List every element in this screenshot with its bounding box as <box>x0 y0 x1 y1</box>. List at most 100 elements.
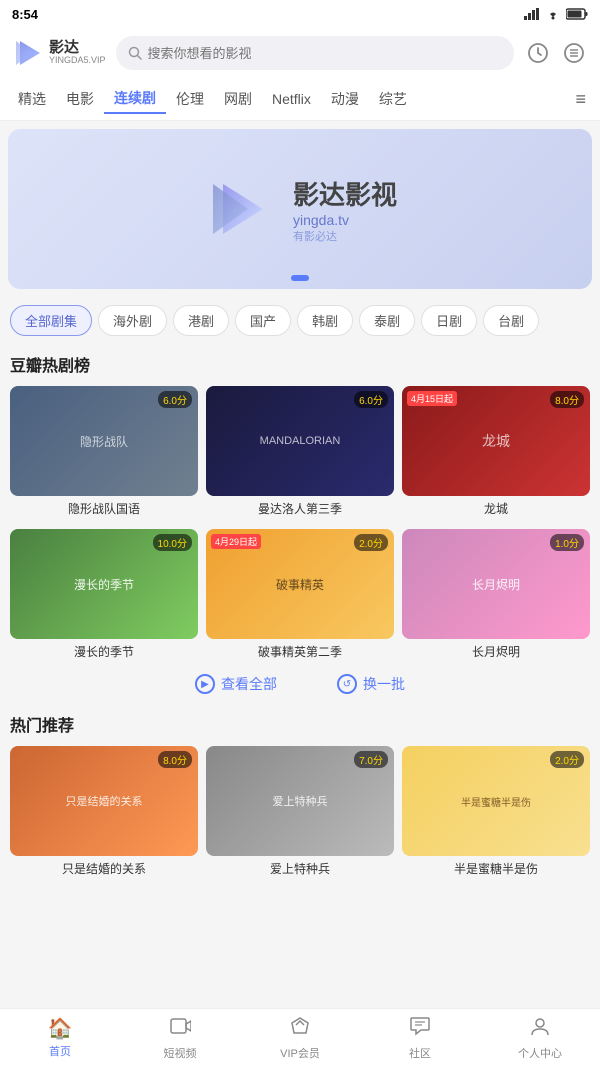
table-row[interactable]: 长月烬明 1.0分 长月烬明 <box>402 529 590 664</box>
card-score-6: 1.0分 <box>550 534 584 551</box>
banner-tagline: 有影必达 <box>293 228 397 244</box>
menu-icon[interactable] <box>560 39 588 67</box>
nav-video[interactable]: 短视频 <box>120 1009 240 1066</box>
nav-profile[interactable]: 个人中心 <box>480 1009 600 1066</box>
history-icon[interactable] <box>524 39 552 67</box>
signal-icon <box>524 8 540 20</box>
rec-card-3[interactable]: 半是蜜糖半是伤 2.0分 <box>402 746 590 856</box>
list-item[interactable]: 爱上特种兵 7.0分 爱上特种兵 <box>206 746 394 881</box>
status-bar: 8:54 <box>0 0 600 28</box>
search-bar[interactable] <box>116 36 514 70</box>
chip-all[interactable]: 全部剧集 <box>10 305 92 336</box>
chip-overseas[interactable]: 海外剧 <box>98 305 167 336</box>
community-icon <box>409 1015 431 1043</box>
card-score-2: 6.0分 <box>354 391 388 408</box>
chip-hk[interactable]: 港剧 <box>173 305 229 336</box>
banner-dot-1[interactable] <box>291 275 309 281</box>
chip-chinese[interactable]: 国产 <box>235 305 291 336</box>
new-tag-3: 4月15日起 <box>407 391 457 406</box>
chip-korean[interactable]: 韩剧 <box>297 305 353 336</box>
card-score-1: 6.0分 <box>158 391 192 408</box>
refresh-icon: ↺ <box>337 674 357 694</box>
nav-community-label: 社区 <box>409 1045 431 1061</box>
search-icon <box>128 46 142 60</box>
nav-community[interactable]: 社区 <box>360 1009 480 1066</box>
chip-japanese[interactable]: 日剧 <box>421 305 477 336</box>
tab-dianying[interactable]: 电影 <box>56 85 104 113</box>
banner-subtitle: yingda.tv <box>293 212 397 228</box>
card-4[interactable]: 漫长的季节 10.0分 <box>10 529 198 639</box>
card-score-4: 10.0分 <box>153 534 192 551</box>
battery-icon <box>566 8 588 20</box>
hot-grid: 只是结婚的关系 8.0分 只是结婚的关系 爱上特种兵 7.0分 爱上特种兵 半是… <box>10 746 590 881</box>
card-1[interactable]: 隐形战队 6.0分 <box>10 386 198 496</box>
douban-section-title: 豆瓣热剧榜 <box>10 352 590 376</box>
card-2[interactable]: MANDALORIAN 6.0分 <box>206 386 394 496</box>
rec-card-1[interactable]: 只是结婚的关系 8.0分 <box>10 746 198 856</box>
card-title-5: 破事精英第二季 <box>206 639 394 664</box>
nav-vip[interactable]: VIP会员 <box>240 1009 360 1066</box>
play-icon: ▶ <box>195 674 215 694</box>
nav-more-icon[interactable]: ≡ <box>569 89 592 110</box>
status-icons <box>524 8 588 20</box>
rec-card-score-2: 7.0分 <box>354 751 388 768</box>
tab-lunli[interactable]: 伦理 <box>166 85 214 113</box>
douban-section: 豆瓣热剧榜 隐形战队 6.0分 隐形战队国语 MANDALORIAN 6.0分 … <box>0 352 600 704</box>
tab-jingxuan[interactable]: 精选 <box>8 85 56 113</box>
tab-lianjuju[interactable]: 连续剧 <box>104 84 166 114</box>
banner[interactable]: 影达影视 yingda.tv 有影必达 <box>8 129 592 289</box>
card-score-3: 8.0分 <box>550 391 584 408</box>
rec-card-title-3: 半是蜜糖半是伤 <box>402 856 590 881</box>
card-6[interactable]: 长月烬明 1.0分 <box>402 529 590 639</box>
view-all-button[interactable]: ▶ 查看全部 <box>195 674 277 694</box>
card-title-6: 长月烬明 <box>402 639 590 664</box>
new-tag-5: 4月29日起 <box>211 534 261 549</box>
table-row[interactable]: 漫长的季节 10.0分 漫长的季节 <box>10 529 198 664</box>
tab-dongman[interactable]: 动漫 <box>321 85 369 113</box>
header-icons <box>524 39 588 67</box>
list-item[interactable]: 半是蜜糖半是伤 2.0分 半是蜜糖半是伤 <box>402 746 590 881</box>
card-5[interactable]: 破事精英 2.0分 4月29日起 <box>206 529 394 639</box>
bottom-nav: 🏠 首页 短视频 VIP会员 社区 个人中心 <box>0 1008 600 1066</box>
refresh-button[interactable]: ↺ 换一批 <box>337 674 405 694</box>
logo-sub: YINGDA5.VIP <box>49 56 106 66</box>
banner-title: 影达影视 <box>293 175 397 212</box>
card-title-2: 曼达洛人第三季 <box>206 496 394 521</box>
tab-zongyi[interactable]: 综艺 <box>369 85 417 113</box>
nav-home[interactable]: 🏠 首页 <box>0 1009 120 1066</box>
list-item[interactable]: 只是结婚的关系 8.0分 只是结婚的关系 <box>10 746 198 881</box>
card-score-5: 2.0分 <box>354 534 388 551</box>
chip-thai[interactable]: 泰剧 <box>359 305 415 336</box>
banner-content: 影达影视 yingda.tv 有影必达 <box>203 174 397 244</box>
vip-icon <box>289 1015 311 1043</box>
table-row[interactable]: 龙城 8.0分 4月15日起 龙城 <box>402 386 590 521</box>
table-row[interactable]: 破事精英 2.0分 4月29日起 破事精英第二季 <box>206 529 394 664</box>
card-3[interactable]: 龙城 8.0分 4月15日起 <box>402 386 590 496</box>
action-row: ▶ 查看全部 ↺ 换一批 <box>10 664 590 704</box>
search-input[interactable] <box>148 46 502 61</box>
profile-icon <box>529 1015 551 1043</box>
rec-card-title-2: 爱上特种兵 <box>206 856 394 881</box>
time: 8:54 <box>12 7 38 22</box>
view-all-label: 查看全部 <box>221 674 277 694</box>
logo-main: 影达 <box>49 40 106 57</box>
header: 影达 YINGDA5.VIP <box>0 28 600 78</box>
tab-wangju[interactable]: 网剧 <box>214 85 262 113</box>
rec-card-title-1: 只是结婚的关系 <box>10 856 198 881</box>
hot-section-title: 热门推荐 <box>10 712 590 736</box>
table-row[interactable]: 隐形战队 6.0分 隐形战队国语 <box>10 386 198 521</box>
nav-tabs: 精选 电影 连续剧 伦理 网剧 Netflix 动漫 综艺 ≡ <box>0 78 600 121</box>
banner-logo-icon <box>203 174 273 244</box>
banner-text: 影达影视 yingda.tv 有影必达 <box>293 175 397 244</box>
logo[interactable]: 影达 YINGDA5.VIP <box>12 37 106 69</box>
tab-netflix[interactable]: Netflix <box>262 87 321 111</box>
chip-taiwan[interactable]: 台剧 <box>483 305 539 336</box>
home-icon: 🏠 <box>48 1016 73 1041</box>
rec-card-2[interactable]: 爱上特种兵 7.0分 <box>206 746 394 856</box>
nav-profile-label: 个人中心 <box>518 1045 562 1061</box>
card-title-3: 龙城 <box>402 496 590 521</box>
video-icon <box>169 1015 191 1043</box>
nav-home-label: 首页 <box>49 1043 71 1059</box>
table-row[interactable]: MANDALORIAN 6.0分 曼达洛人第三季 <box>206 386 394 521</box>
rec-card-score-1: 8.0分 <box>158 751 192 768</box>
